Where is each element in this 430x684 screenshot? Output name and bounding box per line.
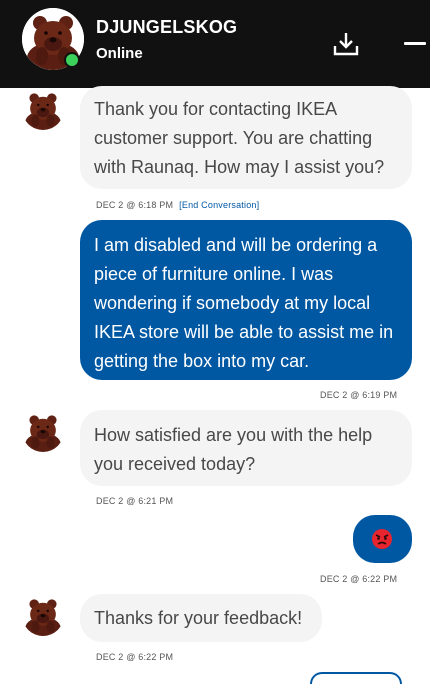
message-timestamp: DEC 2 @ 6:19 PM bbox=[320, 390, 398, 400]
agent-avatar bbox=[22, 88, 64, 130]
download-button[interactable] bbox=[332, 30, 360, 58]
chat-status: Online bbox=[96, 45, 143, 62]
online-status-dot bbox=[64, 52, 80, 68]
chat-title: DJUNGELSKOG bbox=[96, 17, 238, 37]
agent-avatar bbox=[22, 594, 64, 636]
agent-avatar-header bbox=[22, 8, 84, 70]
scroll-to-bottom-button[interactable] bbox=[310, 672, 402, 684]
download-icon bbox=[333, 33, 359, 56]
message-timestamp: DEC 2 @ 6:18 PM [End Conversation] bbox=[96, 200, 260, 210]
chat-header: DJUNGELSKOG Online bbox=[0, 0, 430, 88]
agent-avatar bbox=[22, 410, 64, 452]
end-conversation-link[interactable]: [End Conversation] bbox=[179, 200, 259, 210]
message-timestamp: DEC 2 @ 6:22 PM bbox=[320, 574, 398, 584]
message-timestamp: DEC 2 @ 6:22 PM bbox=[96, 652, 174, 662]
user-emoji-bubble bbox=[353, 515, 412, 563]
agent-message-bubble: Thanks for your feedback! bbox=[80, 594, 322, 642]
message-timestamp: DEC 2 @ 6:21 PM bbox=[96, 496, 174, 506]
user-message-bubble: I am disabled and will be ordering a pie… bbox=[80, 220, 412, 380]
angry-face-icon bbox=[372, 529, 392, 549]
agent-message-bubble: Thank you for contacting IKEA customer s… bbox=[80, 86, 412, 189]
minimize-button[interactable] bbox=[404, 42, 426, 45]
agent-message-bubble: How satisfied are you with the help you … bbox=[80, 410, 412, 486]
